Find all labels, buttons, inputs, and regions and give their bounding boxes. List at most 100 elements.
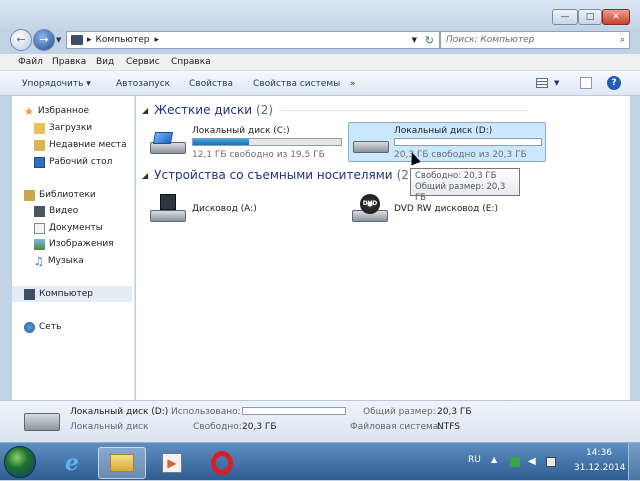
drive-c[interactable]: Локальный диск (C:) 12,1 ГБ свободно из … (146, 124, 346, 162)
network-icon (24, 321, 35, 333)
details-usage-bar (242, 407, 346, 415)
sidebar-label: Недавние места (49, 140, 127, 150)
sidebar-item-recent[interactable]: Недавние места (34, 137, 127, 153)
sidebar-label: Видео (49, 206, 79, 216)
autoplay-button[interactable]: Автозапуск (116, 79, 170, 89)
sidebar-item-images[interactable]: Изображения (34, 236, 114, 252)
sidebar-item-documents[interactable]: Документы (34, 220, 103, 236)
taskbar: e ▶ RU ▲ ◀ 14:36 31.12.2014 (0, 442, 640, 481)
details-fs-value: NTFS (437, 422, 460, 432)
computer-icon (24, 288, 35, 300)
address-dropdown-icon[interactable]: ▼ (412, 36, 417, 44)
star-icon: ★ (24, 104, 34, 118)
network-tray-icon[interactable] (546, 457, 556, 467)
sidebar-item-network[interactable]: Сеть (24, 319, 61, 335)
documents-icon (34, 222, 45, 234)
breadcrumb-separator-2[interactable]: ▸ (154, 35, 159, 45)
hard-drive-icon (353, 131, 391, 155)
collapse-arrow-icon[interactable]: ◢ (142, 106, 148, 115)
sidebar-label: Изображения (49, 239, 114, 249)
group-count: (2) (256, 103, 274, 117)
recent-pages-chevron-icon[interactable]: ▼ (56, 36, 61, 44)
taskbar-opera[interactable] (198, 447, 246, 479)
clock-time[interactable]: 14:36 (586, 448, 612, 458)
internet-explorer-icon: e (65, 450, 79, 476)
search-input[interactable]: Поиск: Компьютер ⌕ (440, 31, 630, 49)
address-bar[interactable]: ▸ Компьютер ▸ ▼ ↻ (66, 31, 440, 49)
tooltip-free: Свободно: 20,3 ГБ (415, 171, 497, 181)
taskbar-explorer[interactable] (98, 447, 146, 479)
sidebar-item-favorites[interactable]: ★ Избранное (24, 103, 89, 119)
preview-pane-icon[interactable] (580, 77, 592, 89)
show-hidden-icons-icon[interactable]: ▲ (491, 455, 497, 464)
taskbar-ie[interactable]: e (48, 447, 96, 479)
images-icon (34, 238, 45, 250)
menu-bar: Файл Правка Вид Сервис Справка (0, 54, 640, 70)
menu-view[interactable]: Вид (96, 57, 114, 67)
show-desktop-button[interactable] (628, 443, 640, 481)
breadcrumb[interactable]: Компьютер (96, 35, 150, 45)
sidebar-item-desktop[interactable]: Рабочий стол (34, 154, 112, 170)
drive-a-name: Дисковод (A:) (192, 204, 257, 214)
hard-drive-icon (150, 132, 188, 156)
sidebar-label: Избранное (37, 106, 89, 116)
navigation-pane: ★ Избранное Загрузки Недавние места Рабо… (12, 96, 135, 400)
language-indicator[interactable]: RU (468, 455, 481, 465)
sidebar-item-video[interactable]: Видео (34, 203, 78, 219)
command-bar: Упорядочить ▾ Автозапуск Свойства Свойст… (0, 70, 640, 96)
tooltip-total: Общий размер: 20,3 ГБ (415, 182, 506, 203)
details-free-value: 20,3 ГБ (242, 422, 277, 432)
sidebar-item-computer[interactable]: Компьютер (12, 286, 132, 302)
collapse-arrow-icon[interactable]: ◢ (142, 171, 148, 180)
system-properties-button[interactable]: Свойства системы (253, 79, 340, 89)
content-pane: ◢ Жесткие диски (2) Локальный диск (C:) … (136, 96, 630, 400)
details-name: Локальный диск (D:) (70, 407, 169, 417)
menu-edit[interactable]: Правка (52, 57, 86, 67)
drive-a[interactable]: Дисковод (A:) (146, 192, 346, 226)
organize-button[interactable]: Упорядочить ▾ (22, 79, 91, 89)
help-icon[interactable]: ? (607, 76, 621, 90)
back-button[interactable]: ← (10, 29, 32, 51)
sidebar-label: Музыка (47, 256, 84, 266)
taskbar-media-player[interactable]: ▶ (148, 447, 196, 479)
hard-drives-group-header[interactable]: ◢ Жесткие диски (2) (142, 103, 530, 117)
more-commands-button[interactable]: » (350, 79, 356, 89)
details-free-label: Свободно: (193, 422, 242, 432)
folder-icon (110, 454, 134, 472)
properties-button[interactable]: Свойства (189, 79, 233, 89)
floppy-drive-icon (150, 194, 188, 224)
details-used-label: Использовано: (171, 407, 241, 417)
menu-tools[interactable]: Сервис (126, 57, 160, 67)
media-player-icon: ▶ (162, 453, 182, 473)
maximize-button[interactable]: □ (578, 9, 602, 25)
group-title: Жесткие диски (154, 103, 253, 117)
music-icon: ♫ (34, 254, 44, 268)
menu-help[interactable]: Справка (171, 57, 211, 67)
forward-button[interactable]: → (33, 29, 55, 51)
search-placeholder: Поиск: Компьютер (446, 35, 535, 45)
sidebar-item-downloads[interactable]: Загрузки (34, 120, 92, 136)
sidebar-label: Библиотеки (39, 190, 96, 200)
refresh-icon[interactable]: ↻ (425, 34, 434, 47)
dvd-drive-icon: DVD (352, 194, 390, 224)
sidebar-label: Документы (49, 223, 103, 233)
volume-icon[interactable]: ◀ (528, 457, 538, 467)
minimize-button[interactable]: — (552, 9, 578, 25)
menu-file[interactable]: Файл (18, 57, 43, 67)
clock-date[interactable]: 31.12.2014 (574, 463, 626, 473)
drive-d[interactable]: Локальный диск (D:) 20,3 ГБ свободно из … (348, 122, 546, 162)
sidebar-label: Сеть (39, 322, 62, 332)
drive-d-usage-bar (394, 138, 542, 146)
downloads-folder-icon (34, 122, 45, 134)
view-options-icon[interactable] (536, 78, 548, 88)
start-button[interactable] (4, 446, 36, 478)
sidebar-item-music[interactable]: ♫ Музыка (34, 253, 84, 269)
breadcrumb-separator: ▸ (87, 35, 92, 45)
action-center-icon[interactable] (510, 457, 520, 467)
view-dropdown-icon[interactable]: ▼ (554, 79, 559, 87)
close-button[interactable]: ✕ (602, 9, 630, 25)
libraries-icon (24, 189, 35, 201)
search-icon[interactable]: ⌕ (620, 32, 625, 48)
navigation-bar: ← → ▼ ▸ Компьютер ▸ ▼ ↻ Поиск: Компьютер… (0, 28, 640, 52)
sidebar-item-libraries[interactable]: Библиотеки (24, 187, 96, 203)
